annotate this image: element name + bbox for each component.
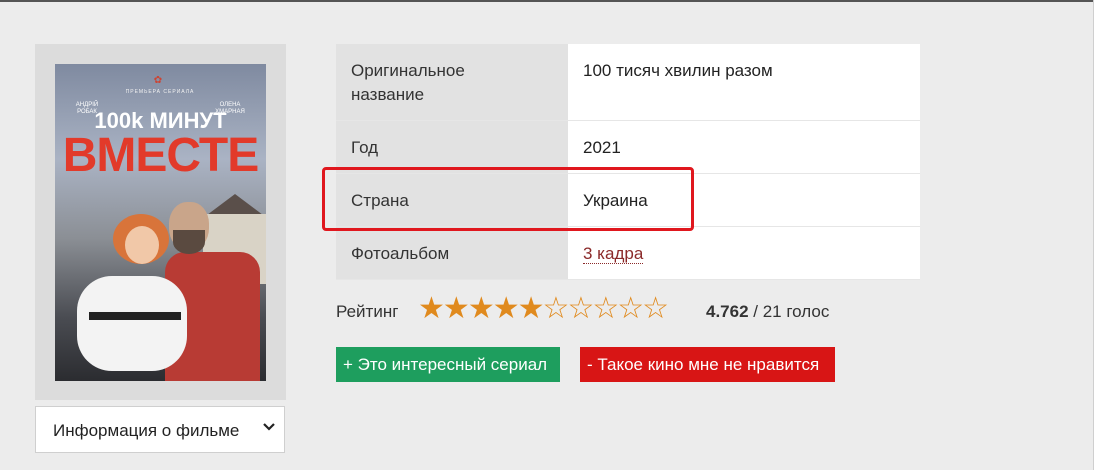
movie-info-dropdown-label: Информация о фильме [53, 421, 240, 440]
poster-logo-icon: ✿ [153, 75, 163, 86]
poster-title-main: ВМЕСТЕ [62, 129, 259, 182]
star-empty-icon[interactable]: ☆ [543, 292, 570, 325]
poster-pillow [77, 276, 187, 371]
dislike-button[interactable]: - Такое кино мне не нравится [580, 347, 835, 382]
star-empty-icon[interactable]: ☆ [567, 292, 594, 325]
details-key: Фотоальбом [336, 226, 568, 279]
rating-votes: / 21 голос [753, 302, 830, 321]
star-filled-icon[interactable]: ★ [493, 292, 520, 325]
poster-man-beard [173, 230, 205, 254]
star-filled-icon[interactable]: ★ [468, 292, 495, 325]
details-value: 100 тисяч хвилин разом [568, 44, 920, 120]
star-filled-icon[interactable]: ★ [443, 292, 470, 325]
star-empty-icon[interactable]: ☆ [592, 292, 619, 325]
chevron-down-icon [263, 423, 275, 431]
star-filled-icon[interactable]: ★ [518, 292, 545, 325]
rating-score: 4.762 [706, 302, 749, 321]
movie-info-dropdown[interactable]: Информация о фильме [35, 406, 285, 453]
photo-album-link[interactable]: 3 кадра [583, 243, 644, 264]
highlight-box [322, 167, 694, 231]
movie-poster[interactable]: ✿ ПРЕМЬЕРА СЕРИАЛА АНДРІЙ РОБАК ОЛЕНА ХМ… [55, 64, 266, 381]
details-value: 3 кадра [568, 226, 920, 279]
star-empty-icon[interactable]: ☆ [617, 292, 644, 325]
details-value: 2021 [568, 120, 920, 173]
poster-pillow-belt [89, 312, 181, 320]
details-key-text: Год [351, 137, 379, 157]
details-key: Оригинальное название [336, 44, 568, 120]
details-row: Оригинальное название 100 тисяч хвилин р… [336, 44, 920, 120]
details-row: Год 2021 [336, 120, 920, 173]
poster-frame: ✿ ПРЕМЬЕРА СЕРИАЛА АНДРІЙ РОБАК ОЛЕНА ХМ… [35, 44, 286, 400]
star-empty-icon[interactable]: ☆ [642, 292, 669, 325]
details-key-text: Фотоальбом [351, 243, 450, 263]
details-row: Фотоальбом 3 кадра [336, 226, 920, 279]
like-button[interactable]: + Это интересный сериал [336, 347, 560, 382]
rating-label: Рейтинг [336, 302, 399, 321]
movie-details-table: Оригинальное название 100 тисяч хвилин р… [336, 44, 920, 280]
rating-score-line: 4.762 / 21 голос [706, 302, 829, 322]
poster-tagline: ПРЕМЬЕРА СЕРИАЛА [125, 89, 195, 95]
star-filled-icon[interactable]: ★ [418, 292, 445, 325]
details-value-text: 2021 [583, 137, 621, 157]
details-key: Год [336, 120, 568, 173]
top-border [0, 0, 1094, 2]
poster-woman [125, 226, 159, 264]
rating-stars[interactable]: ★★★★★☆☆☆☆☆ [418, 292, 669, 326]
